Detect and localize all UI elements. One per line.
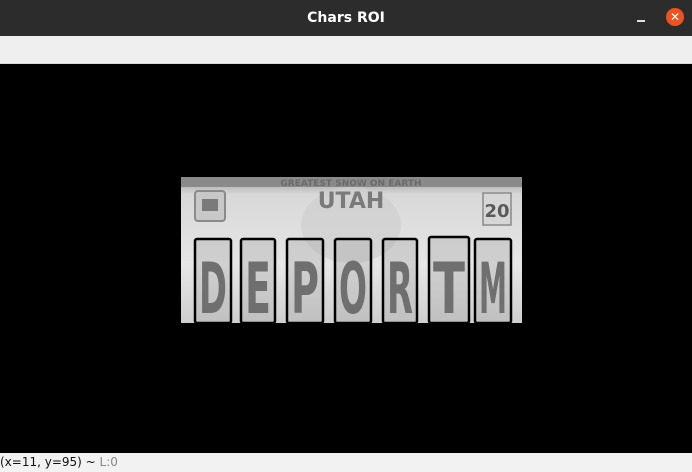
plate-top-text: GREATEST SNOW ON EARTH bbox=[280, 179, 421, 189]
status-bar: (x=11, y=95) ~ L:0 bbox=[0, 453, 692, 472]
image-viewport[interactable]: GREATEST SNOW ON EARTH UTAH 20 DEPORTM bbox=[0, 64, 692, 453]
plate-character: P bbox=[291, 248, 319, 323]
plate-character: T bbox=[433, 248, 465, 323]
character-boxes: DEPORTM bbox=[193, 235, 513, 323]
plate-header-text: UTAH bbox=[318, 189, 385, 214]
plate-character: D bbox=[199, 248, 227, 323]
license-plate-image: GREATEST SNOW ON EARTH UTAH 20 DEPORTM bbox=[181, 177, 522, 323]
plate-character: M bbox=[479, 248, 507, 323]
plate-character: O bbox=[339, 248, 367, 323]
title-bar: Chars ROI ✕ bbox=[0, 0, 692, 36]
coordinates-readout: (x=11, y=95) ~ bbox=[0, 455, 96, 469]
toolbar bbox=[0, 36, 692, 64]
close-icon[interactable]: ✕ bbox=[666, 8, 684, 26]
level-readout: L:0 bbox=[99, 455, 118, 469]
plate-character: E bbox=[245, 248, 271, 323]
plate-year-text: 20 bbox=[484, 201, 509, 222]
plate-character: R bbox=[387, 248, 413, 323]
minimize-icon[interactable] bbox=[630, 8, 652, 28]
window-title: Chars ROI bbox=[307, 10, 385, 26]
plate-badge-inner bbox=[202, 199, 218, 211]
